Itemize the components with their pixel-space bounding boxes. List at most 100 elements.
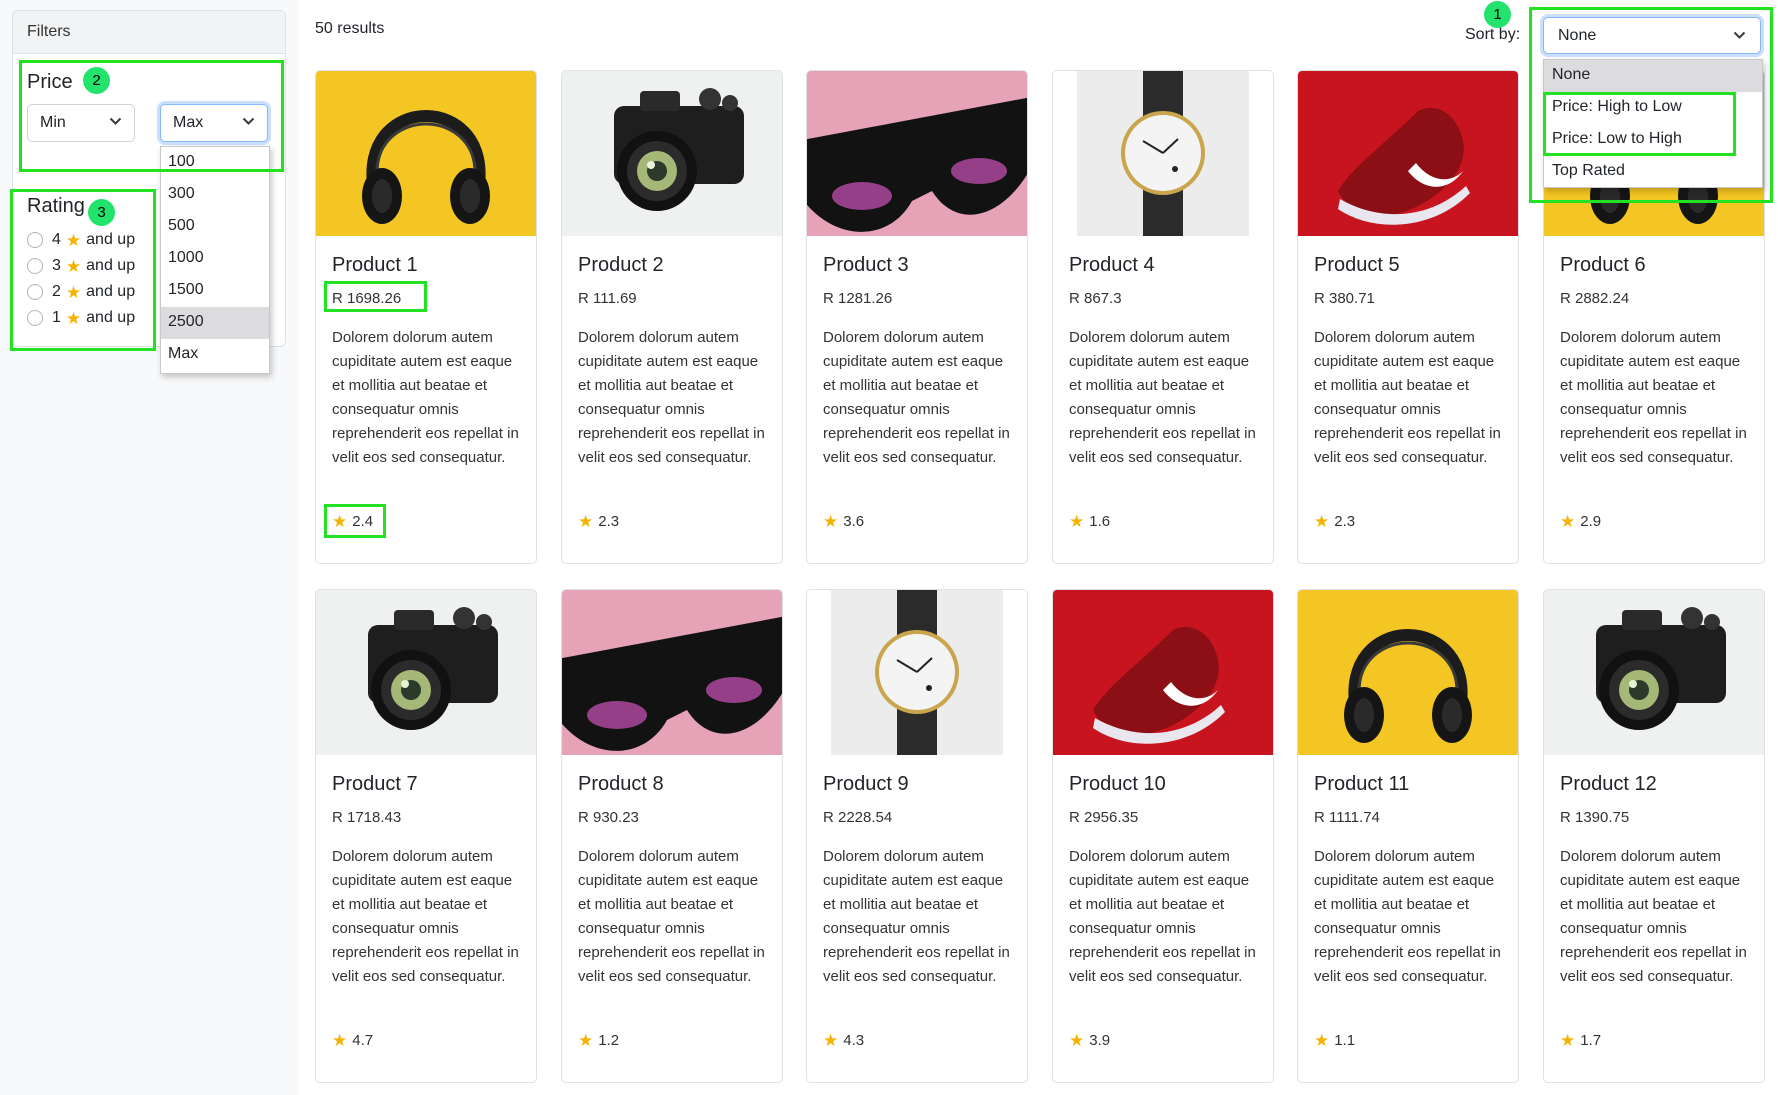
price-max-option-highlighted[interactable]: 2500 [161, 307, 269, 339]
product-description: Dolorem dolorum autem cupiditate autem e… [332, 848, 519, 985]
product-title[interactable]: Product 4 [1069, 254, 1155, 277]
product-title[interactable]: Product 11 [1314, 773, 1409, 796]
product-rating: ★ 2.3 [578, 513, 619, 530]
product-title[interactable]: Product 5 [1314, 254, 1400, 277]
radio-button[interactable] [27, 310, 43, 326]
product-card[interactable]: Product 2 R 111.69 Dolorem dolorum autem… [561, 70, 783, 564]
star-icon: ★ [65, 308, 82, 328]
star-icon: ★ [823, 512, 839, 531]
product-title[interactable]: Product 3 [823, 254, 909, 277]
product-card[interactable]: Product 1 R 1698.26 Dolorem dolorum aute… [315, 70, 537, 564]
product-title[interactable]: Product 7 [332, 773, 418, 796]
price-max-select[interactable]: Max [160, 104, 268, 142]
sort-select[interactable]: None [1543, 17, 1761, 54]
product-rating-value: 2.9 [1580, 513, 1602, 530]
sort-option-price-low-high[interactable]: Price: Low to High [1544, 124, 1762, 156]
product-image-sunglasses [807, 71, 1027, 236]
rating-suffix: and up [86, 283, 136, 300]
product-rating: ★ 4.7 [332, 1032, 373, 1049]
chevron-down-icon [242, 117, 255, 125]
price-max-option[interactable]: 1500 [161, 275, 269, 307]
rating-value: 1 [52, 309, 61, 326]
price-min-select[interactable]: Min [27, 104, 135, 142]
price-max-option[interactable]: Max [161, 339, 269, 371]
product-image-watch [807, 590, 1027, 755]
product-price: R 1111.74 [1314, 809, 1380, 826]
product-rating: ★ 2.9 [1560, 513, 1601, 530]
price-max-dropdown: 100 300 500 1000 1500 2500 Max [160, 146, 270, 374]
product-rating-value: 4.7 [352, 1032, 374, 1049]
product-card[interactable]: Product 12 R 1390.75 Dolorem dolorum aut… [1543, 589, 1765, 1083]
product-card[interactable]: Product 10 R 2956.35 Dolorem dolorum aut… [1052, 589, 1274, 1083]
rating-option-4[interactable]: 4 ★ and up [27, 229, 135, 251]
product-rating: ★ 1.1 [1314, 1032, 1355, 1049]
product-rating-value: 2.3 [598, 513, 620, 530]
price-max-option[interactable]: 500 [161, 211, 269, 243]
star-icon: ★ [823, 1031, 839, 1050]
rating-option-2[interactable]: 2 ★ and up [27, 281, 135, 303]
sort-option-price-high-low[interactable]: Price: High to Low [1544, 92, 1762, 124]
product-rating-value: 3.9 [1089, 1032, 1111, 1049]
product-image-camera [316, 590, 536, 755]
results-count: 50 results [315, 20, 385, 37]
product-image-sneaker [1298, 71, 1518, 236]
product-rating: ★ 2.3 [1314, 513, 1355, 530]
product-card[interactable]: Product 3 R 1281.26 Dolorem dolorum aute… [806, 70, 1028, 564]
product-title[interactable]: Product 12 [1560, 773, 1657, 796]
price-min-value: Min [40, 114, 66, 131]
product-rating-value: 2.3 [1334, 513, 1356, 530]
product-price: R 2956.35 [1069, 809, 1139, 826]
rating-option-3[interactable]: 3 ★ and up [27, 255, 135, 277]
product-title[interactable]: Product 6 [1560, 254, 1646, 277]
sort-option-none[interactable]: None [1544, 60, 1762, 92]
chevron-down-icon [109, 117, 122, 125]
rating-suffix: and up [86, 231, 136, 248]
product-price: R 1718.43 [332, 809, 402, 826]
product-description: Dolorem dolorum autem cupiditate autem e… [332, 329, 519, 466]
star-icon: ★ [65, 282, 82, 302]
star-icon: ★ [1069, 512, 1085, 531]
product-card[interactable]: Product 5 R 380.71 Dolorem dolorum autem… [1297, 70, 1519, 564]
product-card[interactable]: Product 7 R 1718.43 Dolorem dolorum aute… [315, 589, 537, 1083]
product-title[interactable]: Product 10 [1069, 773, 1166, 796]
rating-option-1[interactable]: 1 ★ and up [27, 307, 135, 329]
sort-label: Sort by: [1465, 26, 1521, 43]
star-icon: ★ [1314, 1031, 1330, 1050]
annotation-badge-3: 3 [88, 199, 115, 226]
product-card[interactable]: Product 8 R 930.23 Dolorem dolorum autem… [561, 589, 783, 1083]
product-price: R 111.69 [578, 290, 637, 307]
product-image-camera [562, 71, 782, 236]
product-title[interactable]: Product 8 [578, 773, 664, 796]
product-description: Dolorem dolorum autem cupiditate autem e… [1560, 329, 1747, 466]
product-description: Dolorem dolorum autem cupiditate autem e… [823, 329, 1010, 466]
product-card[interactable]: Product 9 R 2228.54 Dolorem dolorum aute… [806, 589, 1028, 1083]
product-rating: ★ 1.2 [578, 1032, 619, 1049]
product-card[interactable]: Product 11 R 1111.74 Dolorem dolorum aut… [1297, 589, 1519, 1083]
radio-button[interactable] [27, 258, 43, 274]
product-title[interactable]: Product 2 [578, 254, 664, 277]
star-icon: ★ [65, 256, 82, 276]
sort-option-top-rated[interactable]: Top Rated [1544, 156, 1762, 188]
product-rating: ★ 4.3 [823, 1032, 864, 1049]
price-max-option[interactable]: 300 [161, 179, 269, 211]
product-image-sneaker [1053, 590, 1273, 755]
product-price: R 2228.54 [823, 809, 893, 826]
product-rating-value: 2.4 [352, 513, 374, 530]
sort-dropdown: None Price: High to Low Price: Low to Hi… [1543, 59, 1763, 188]
price-max-option[interactable]: 1000 [161, 243, 269, 275]
product-rating: ★ 3.9 [1069, 1032, 1110, 1049]
price-title: Price [27, 71, 73, 93]
product-card[interactable]: Product 4 R 867.3 Dolorem dolorum autem … [1052, 70, 1274, 564]
product-rating: ★ 1.7 [1560, 1032, 1601, 1049]
product-description: Dolorem dolorum autem cupiditate autem e… [578, 848, 765, 985]
product-title[interactable]: Product 9 [823, 773, 909, 796]
star-icon: ★ [578, 512, 594, 531]
radio-button[interactable] [27, 284, 43, 300]
radio-button[interactable] [27, 232, 43, 248]
product-rating: ★ 1.6 [1069, 513, 1110, 530]
product-rating-value: 1.1 [1334, 1032, 1356, 1049]
star-icon: ★ [1560, 512, 1576, 531]
product-title[interactable]: Product 1 [332, 254, 418, 277]
price-max-option[interactable]: 100 [161, 147, 269, 179]
product-description: Dolorem dolorum autem cupiditate autem e… [1314, 329, 1501, 466]
